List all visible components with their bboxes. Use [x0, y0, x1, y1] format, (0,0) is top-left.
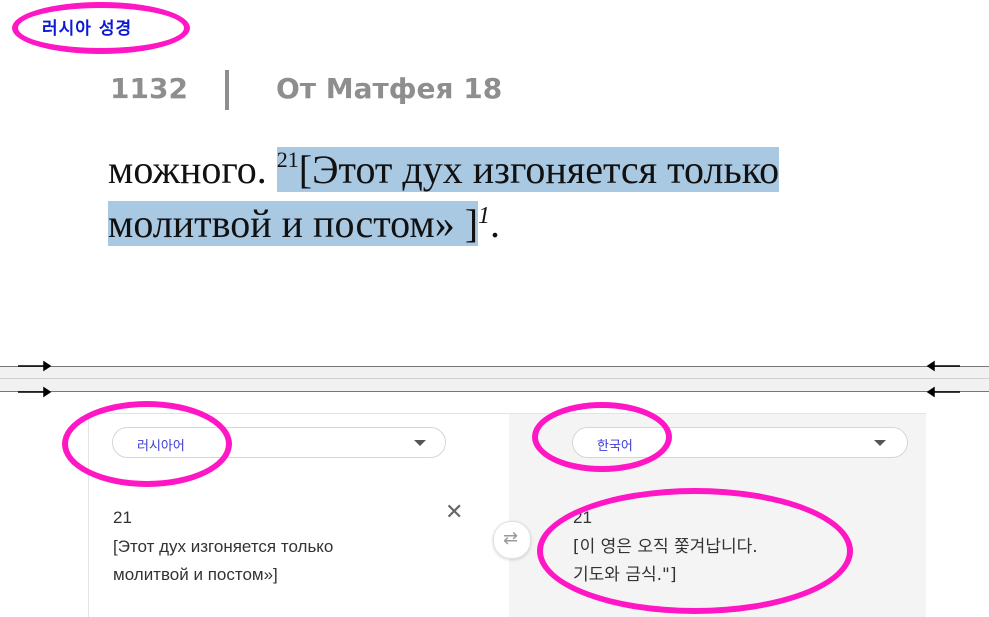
- swap-languages-button[interactable]: ⇄: [493, 521, 531, 559]
- chevron-down-icon: [874, 440, 886, 446]
- verse-highlight-text: молитвой и постом» ]: [108, 201, 479, 246]
- separator-arrows: [18, 360, 960, 398]
- annotation-label: 러시아 성경: [42, 19, 133, 39]
- book-chapter-title: От Матфея 18: [276, 72, 503, 105]
- verse-number: 21: [276, 147, 299, 172]
- verse-highlight-text: [Этот дух изгоняется только: [298, 147, 780, 192]
- annotation-circle-translation: [537, 488, 853, 614]
- verse-line: молитвой и постом» ]1.: [108, 200, 500, 247]
- header-divider: [225, 70, 229, 110]
- verse-lead-text: можного.: [108, 147, 277, 192]
- left-arrow-icon: [926, 360, 960, 398]
- swap-icon: ⇄: [503, 528, 519, 548]
- close-icon[interactable]: ✕: [445, 499, 463, 525]
- page-number: 1132: [110, 72, 188, 105]
- right-arrow-icon: [18, 360, 52, 398]
- footnote-marker[interactable]: 1: [478, 203, 490, 229]
- verse-tail-text: .: [490, 201, 501, 246]
- source-text-number[interactable]: 21: [113, 504, 132, 532]
- verse-line: можного. 21[Этот дух изгоняется только: [108, 146, 780, 193]
- source-text-line[interactable]: молитвой и постом»]: [113, 561, 278, 589]
- verse-highlight: 21[Этот дух изгоняется только: [276, 147, 780, 192]
- annotation-circle-target-language: [532, 402, 672, 472]
- source-text-line[interactable]: [Этот дух изгоняется только: [113, 533, 333, 561]
- annotation-circle-source-language: [62, 401, 232, 487]
- chevron-down-icon: [414, 440, 426, 446]
